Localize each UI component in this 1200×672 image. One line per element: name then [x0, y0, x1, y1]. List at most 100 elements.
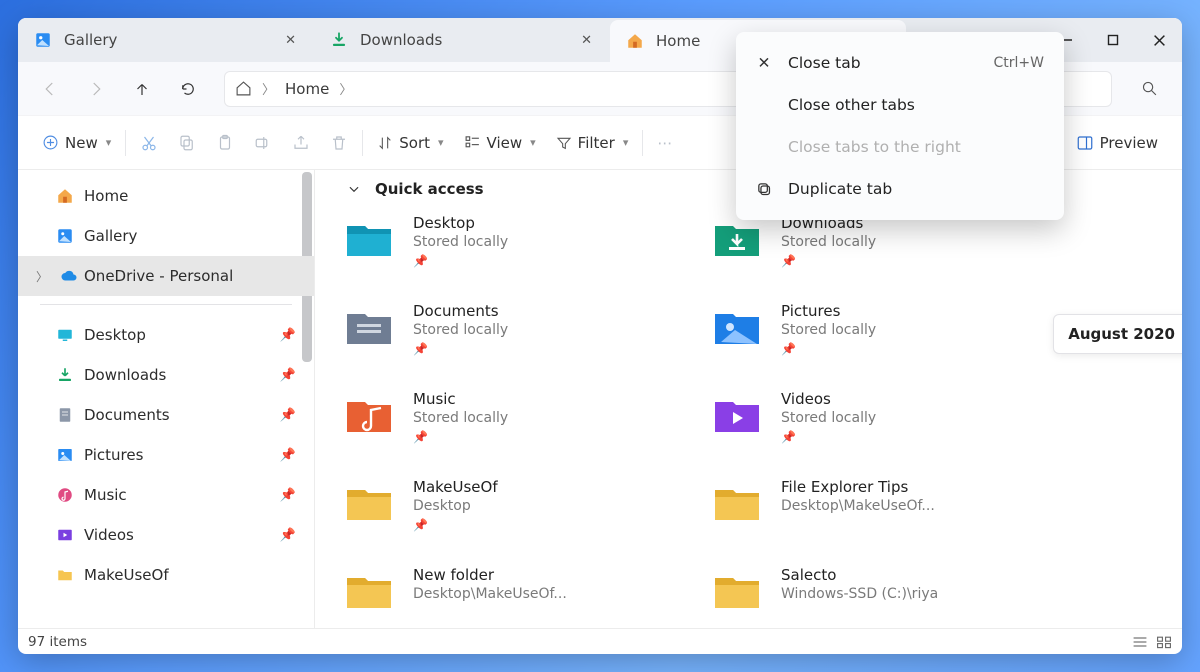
view-button[interactable]: View ▾	[454, 123, 546, 163]
tile-name: Desktop	[413, 214, 508, 232]
sidebar-separator	[40, 304, 292, 305]
chevron-down-icon: ▾	[530, 136, 536, 149]
pin-icon: 📌	[413, 254, 508, 268]
download-icon	[330, 31, 348, 49]
quick-access-tile[interactable]: VideosStored locally📌	[711, 388, 1071, 464]
tab-downloads[interactable]: Downloads ✕	[314, 18, 610, 62]
sidebar-item-makeuseof[interactable]: MakeUseOf	[18, 555, 314, 595]
chevron-down-icon: ▾	[623, 136, 629, 149]
sidebar-item-desktop[interactable]: Desktop 📌	[18, 315, 314, 355]
delete-button[interactable]	[320, 123, 358, 163]
share-button[interactable]	[282, 123, 320, 163]
sidebar-item-downloads[interactable]: Downloads 📌	[18, 355, 314, 395]
maximize-button[interactable]	[1090, 18, 1136, 62]
back-button[interactable]	[30, 69, 70, 109]
copy-button[interactable]	[168, 123, 206, 163]
view-grid-icon[interactable]	[1156, 635, 1172, 649]
tile-name: Documents	[413, 302, 508, 320]
tile-subtitle: Stored locally	[413, 322, 508, 338]
quick-access-tile[interactable]: DownloadsStored locally📌	[711, 212, 1071, 288]
sidebar-item-gallery[interactable]: Gallery	[18, 216, 314, 256]
close-icon[interactable]: ✕	[285, 33, 296, 48]
tab-context-menu: ✕ Close tab Ctrl+W Close other tabs Clos…	[736, 32, 1064, 220]
refresh-button[interactable]	[168, 69, 208, 109]
file-explorer-window: Gallery ✕ Downloads ✕ Home ✕	[18, 18, 1182, 654]
folder-big-icon	[711, 476, 763, 528]
sidebar-item-label: Desktop	[84, 326, 146, 344]
quick-access-tile[interactable]: MakeUseOfDesktop📌	[343, 476, 703, 552]
up-button[interactable]	[122, 69, 162, 109]
tile-subtitle: Desktop\MakeUseOf...	[413, 586, 567, 602]
tile-name: File Explorer Tips	[781, 478, 935, 496]
pin-icon: 📌	[280, 488, 296, 503]
sidebar-item-onedrive[interactable]: 〉 OneDrive - Personal	[18, 256, 314, 296]
sidebar-item-videos[interactable]: Videos 📌	[18, 515, 314, 555]
sidebar-item-music[interactable]: Music 📌	[18, 475, 314, 515]
quick-access-tile[interactable]: MusicStored locally📌	[343, 388, 703, 464]
group-header-label: Quick access	[375, 180, 484, 198]
tile-subtitle: Desktop\MakeUseOf...	[781, 498, 935, 514]
more-button[interactable]: ⋯	[647, 123, 682, 163]
breadcrumb-segment[interactable]: Home	[285, 80, 329, 98]
sort-button[interactable]: Sort ▾	[367, 123, 453, 163]
tile-subtitle: Stored locally	[781, 322, 876, 338]
close-icon[interactable]: ✕	[581, 33, 592, 48]
tab-label: Downloads	[360, 31, 442, 49]
tab-gallery[interactable]: Gallery ✕	[18, 18, 314, 62]
quick-access-tile[interactable]: PicturesStored locally📌	[711, 300, 1071, 376]
quick-access-tile[interactable]: File Explorer Tips Desktop\MakeUseOf...	[711, 476, 1071, 552]
pin-icon: 📌	[781, 430, 876, 444]
view-list-icon[interactable]	[1132, 635, 1148, 649]
quick-access-tile[interactable]: Desktop Stored locally 📌	[343, 212, 703, 288]
new-label: New	[65, 134, 98, 152]
status-bar: 97 items	[18, 628, 1182, 654]
documents-icon	[56, 406, 74, 424]
new-button[interactable]: New ▾	[32, 123, 121, 163]
sidebar-item-documents[interactable]: Documents 📌	[18, 395, 314, 435]
documents-big-icon	[343, 300, 395, 352]
sidebar-item-label: OneDrive - Personal	[84, 267, 233, 285]
pin-icon: 📌	[280, 328, 296, 343]
ctx-label: Close tabs to the right	[788, 138, 961, 156]
paste-button[interactable]	[206, 123, 244, 163]
close-window-button[interactable]	[1136, 18, 1182, 62]
ctx-close-tabs-right: Close tabs to the right	[742, 126, 1058, 168]
quick-access-tile[interactable]: New folderDesktop\MakeUseOf...	[343, 564, 703, 628]
desktop-big-icon	[343, 212, 395, 264]
pictures-icon	[56, 446, 74, 464]
ctx-close-tab[interactable]: ✕ Close tab Ctrl+W	[742, 42, 1058, 84]
gallery-icon	[34, 31, 52, 49]
pin-icon: 📌	[280, 528, 296, 543]
sidebar-item-home[interactable]: Home	[18, 176, 314, 216]
duplicate-icon	[754, 181, 774, 198]
pin-icon: 📌	[280, 368, 296, 383]
ctx-duplicate-tab[interactable]: Duplicate tab	[742, 168, 1058, 210]
sidebar-item-pictures[interactable]: Pictures 📌	[18, 435, 314, 475]
sidebar-item-label: Videos	[84, 526, 134, 544]
search-button[interactable]	[1128, 71, 1170, 107]
sidebar-item-label: Downloads	[84, 366, 166, 384]
pin-icon: 📌	[280, 448, 296, 463]
tile-subtitle: Stored locally	[413, 234, 508, 250]
pin-icon: 📌	[781, 254, 876, 268]
forward-button[interactable]	[76, 69, 116, 109]
close-icon: ✕	[754, 54, 774, 72]
sidebar-item-label: Music	[84, 486, 127, 504]
home-icon	[626, 32, 644, 50]
chevron-right-icon[interactable]: 〉	[36, 268, 54, 285]
quick-access-tile[interactable]: SalectoWindows-SSD (C:)\riya	[711, 564, 1071, 628]
folder-big-icon	[711, 564, 763, 616]
tab-label: Home	[656, 32, 700, 50]
rename-button[interactable]	[244, 123, 282, 163]
cut-button[interactable]	[130, 123, 168, 163]
preview-button[interactable]: Preview	[1066, 123, 1168, 163]
content-pane: Quick access DesktopStored locally📌Downl…	[315, 170, 1182, 628]
filter-button[interactable]: Filter ▾	[546, 123, 639, 163]
tile-subtitle: Stored locally	[413, 410, 508, 426]
quick-access-tile[interactable]: DocumentsStored locally📌	[343, 300, 703, 376]
pin-icon: 📌	[781, 342, 876, 356]
sidebar-item-label: Gallery	[84, 227, 137, 245]
tile-name: Videos	[781, 390, 876, 408]
pin-icon: 📌	[413, 430, 508, 444]
ctx-close-other-tabs[interactable]: Close other tabs	[742, 84, 1058, 126]
